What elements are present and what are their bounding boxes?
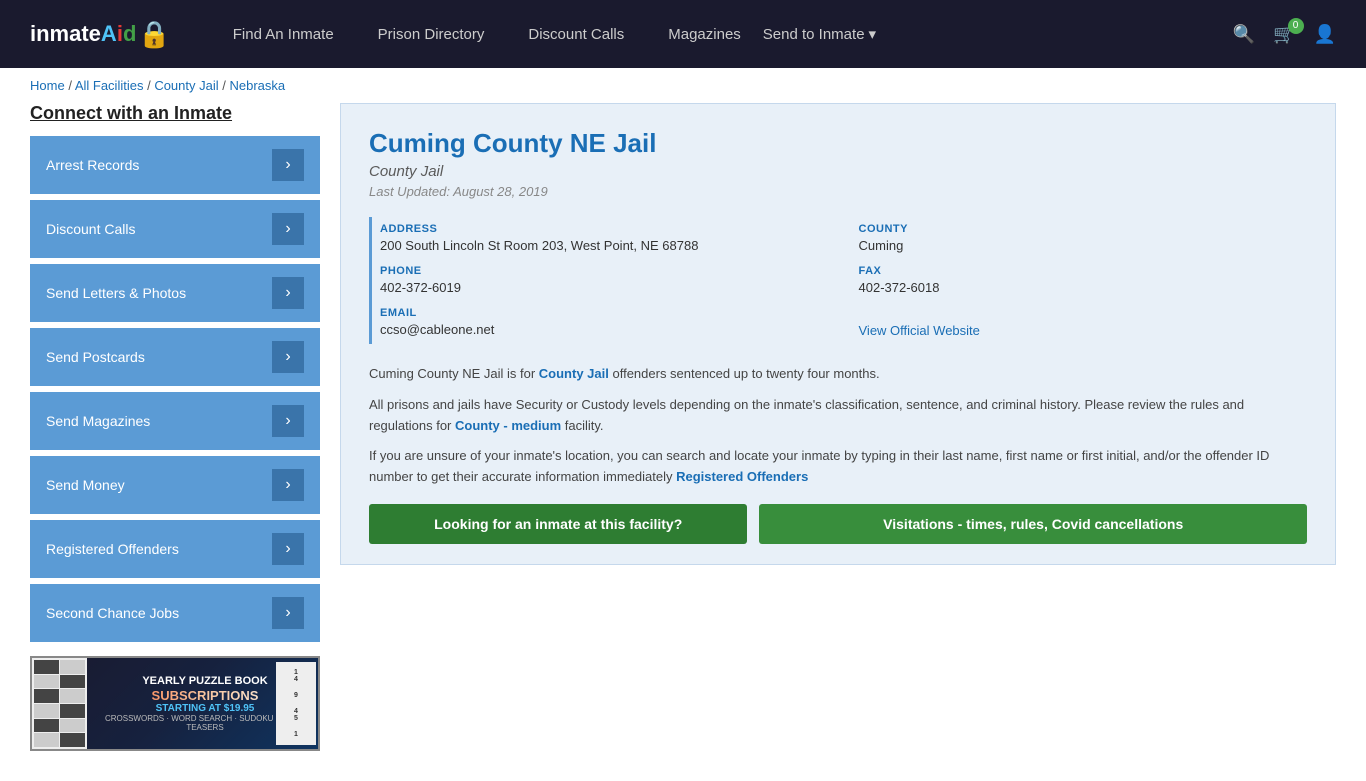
facility-name: Cuming County NE Jail [369,128,1307,159]
sidebar-arrow-send-postcards: › [272,341,304,373]
phone-label: PHONE [380,265,829,277]
action-buttons: Looking for an inmate at this facility? … [369,504,1307,544]
facility-desc1: Cuming County NE Jail is for County Jail… [369,364,1307,385]
sidebar-item-send-letters-photos[interactable]: Send Letters & Photos › [30,264,320,322]
website-block: View Official Website [859,307,1308,338]
sidebar-item-registered-offenders[interactable]: Registered Offenders › [30,520,320,578]
logo-icon: 🔒 [138,19,170,50]
breadcrumb: Home / All Facilities / County Jail / Ne… [0,68,1366,103]
county-label: COUNTY [859,223,1308,235]
website-link[interactable]: View Official Website [859,323,980,338]
sidebar-arrow-send-letters: › [272,277,304,309]
main-layout: Connect with an Inmate Arrest Records › … [0,103,1366,781]
county-block: COUNTY Cuming [859,223,1308,253]
sidebar-ad[interactable]: YEARLY PUZZLE BOOK SUBSCRIPTIONS STARTIN… [30,656,320,751]
sidebar-item-discount-calls[interactable]: Discount Calls › [30,200,320,258]
county-value: Cuming [859,238,1308,253]
sidebar-arrow-registered-offenders: › [272,533,304,565]
county-medium-link[interactable]: County - medium [455,418,561,433]
sidebar-menu: Arrest Records › Discount Calls › Send L… [30,136,320,642]
logo-area[interactable]: inmateAid 🔒 [30,19,171,50]
sidebar-title: Connect with an Inmate [30,103,320,124]
email-value: ccso@cableone.net [380,322,829,337]
nav-send-to-inmate[interactable]: Send to Inmate ▾ [763,25,876,43]
sidebar-item-send-magazines[interactable]: Send Magazines › [30,392,320,450]
breadcrumb-all-facilities[interactable]: All Facilities [75,78,144,93]
visitations-button[interactable]: Visitations - times, rules, Covid cancel… [759,504,1307,544]
phone-block: PHONE 402-372-6019 [380,265,829,295]
sidebar-arrow-second-chance-jobs: › [272,597,304,629]
cart-badge: 0 [1288,18,1304,34]
main-content: Cuming County NE Jail County Jail Last U… [340,103,1336,751]
address-value: 200 South Lincoln St Room 203, West Poin… [380,238,829,253]
sidebar-item-send-postcards[interactable]: Send Postcards › [30,328,320,386]
search-icon[interactable]: 🔍 [1233,24,1255,45]
facility-desc2: All prisons and jails have Security or C… [369,395,1307,437]
email-label: EMAIL [380,307,829,319]
sidebar: Connect with an Inmate Arrest Records › … [30,103,320,751]
sidebar-arrow-send-money: › [272,469,304,501]
fax-block: FAX 402-372-6018 [859,265,1308,295]
sidebar-arrow-arrest-records: › [272,149,304,181]
facility-type: County Jail [369,163,1307,180]
sidebar-arrow-discount-calls: › [272,213,304,245]
facility-card: Cuming County NE Jail County Jail Last U… [340,103,1336,565]
sidebar-item-arrest-records[interactable]: Arrest Records › [30,136,320,194]
cart-icon[interactable]: 🛒 0 [1273,24,1295,45]
nav-find-inmate[interactable]: Find An Inmate [211,26,356,43]
logo-text: inmateAid [30,21,136,47]
address-block: ADDRESS 200 South Lincoln St Room 203, W… [380,223,829,253]
nav-prison-directory[interactable]: Prison Directory [356,26,507,43]
user-icon[interactable]: 👤 [1314,24,1336,45]
breadcrumb-home[interactable]: Home [30,78,65,93]
site-header: inmateAid 🔒 Find An Inmate Prison Direct… [0,0,1366,68]
main-nav: Find An Inmate Prison Directory Discount… [211,25,1233,43]
looking-for-inmate-button[interactable]: Looking for an inmate at this facility? [369,504,747,544]
sidebar-item-send-money[interactable]: Send Money › [30,456,320,514]
phone-value: 402-372-6019 [380,280,829,295]
address-label: ADDRESS [380,223,829,235]
breadcrumb-state[interactable]: Nebraska [229,78,285,93]
website-label [859,307,1308,319]
ad-grid-decoration [32,658,87,749]
info-grid: ADDRESS 200 South Lincoln St Room 203, W… [369,217,1307,344]
sidebar-item-second-chance-jobs[interactable]: Second Chance Jobs › [30,584,320,642]
facility-updated: Last Updated: August 28, 2019 [369,184,1307,199]
fax-value: 402-372-6018 [859,280,1308,295]
nav-actions: 🔍 🛒 0 👤 [1233,24,1336,45]
ad-right-image: 14 9 45 1 [276,662,316,745]
facility-desc3: If you are unsure of your inmate's locat… [369,446,1307,488]
fax-label: FAX [859,265,1308,277]
nav-discount-calls[interactable]: Discount Calls [506,26,646,43]
registered-offenders-link[interactable]: Registered Offenders [676,469,808,484]
breadcrumb-county-jail[interactable]: County Jail [154,78,218,93]
nav-magazines[interactable]: Magazines [646,26,763,43]
county-jail-link[interactable]: County Jail [539,366,609,381]
sidebar-arrow-send-magazines: › [272,405,304,437]
email-block: EMAIL ccso@cableone.net [380,307,829,338]
